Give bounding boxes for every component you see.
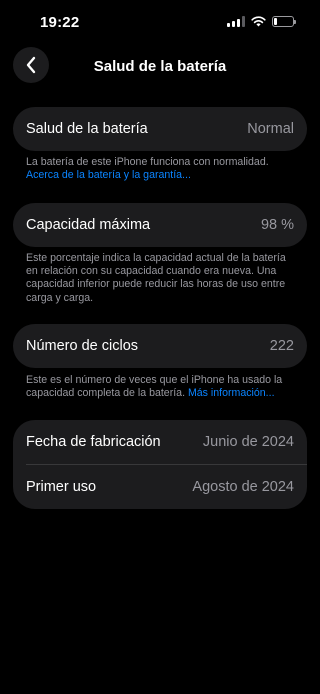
battery-health-note: La batería de este iPhone funciona con n… [26, 156, 298, 182]
cellular-signal-icon [227, 16, 245, 27]
navigation-bar: Salud de la batería [0, 46, 320, 86]
max-capacity-value: 98 % [260, 217, 294, 233]
battery-warranty-link[interactable]: Acerca de la batería y la garantía... [26, 169, 191, 181]
cycle-count-card: Número de ciclos 222 [13, 324, 307, 368]
max-capacity-row: Capacidad máxima 98 % [13, 203, 307, 247]
cycle-count-note: Este es el número de veces que el iPhone… [26, 374, 298, 400]
status-bar: 19:22 [0, 0, 320, 44]
cycle-count-row: Número de ciclos 222 [13, 324, 307, 368]
first-use-row: Primer uso Agosto de 2024 [13, 465, 307, 509]
max-capacity-label: Capacidad máxima [26, 217, 151, 233]
battery-health-card: Salud de la batería Normal [13, 107, 307, 151]
battery-icon [272, 16, 296, 27]
more-info-link[interactable]: Más información... [188, 387, 275, 399]
battery-health-value: Normal [247, 121, 294, 137]
page-title: Salud de la batería [93, 58, 227, 75]
cycle-count-value: 222 [269, 338, 294, 354]
max-capacity-card: Capacidad máxima 98 % [13, 203, 307, 247]
wifi-icon [251, 16, 266, 27]
manufacture-date-value: Junio de 2024 [202, 434, 294, 450]
first-use-label: Primer uso [26, 479, 97, 495]
status-time: 19:22 [40, 14, 80, 31]
max-capacity-note: Este porcentaje indica la capacidad actu… [26, 252, 286, 304]
battery-health-note-text: La batería de este iPhone funciona con n… [26, 156, 269, 168]
battery-health-row: Salud de la batería Normal [13, 107, 307, 151]
battery-health-label: Salud de la batería [26, 121, 148, 137]
dates-card: Fecha de fabricación Junio de 2024 Prime… [13, 420, 307, 509]
manufacture-date-row: Fecha de fabricación Junio de 2024 [13, 420, 307, 464]
battery-level-fill [274, 18, 277, 25]
cycle-count-label: Número de ciclos [26, 338, 139, 354]
manufacture-date-label: Fecha de fabricación [26, 434, 161, 450]
first-use-value: Agosto de 2024 [192, 479, 294, 495]
status-icons [227, 16, 296, 27]
